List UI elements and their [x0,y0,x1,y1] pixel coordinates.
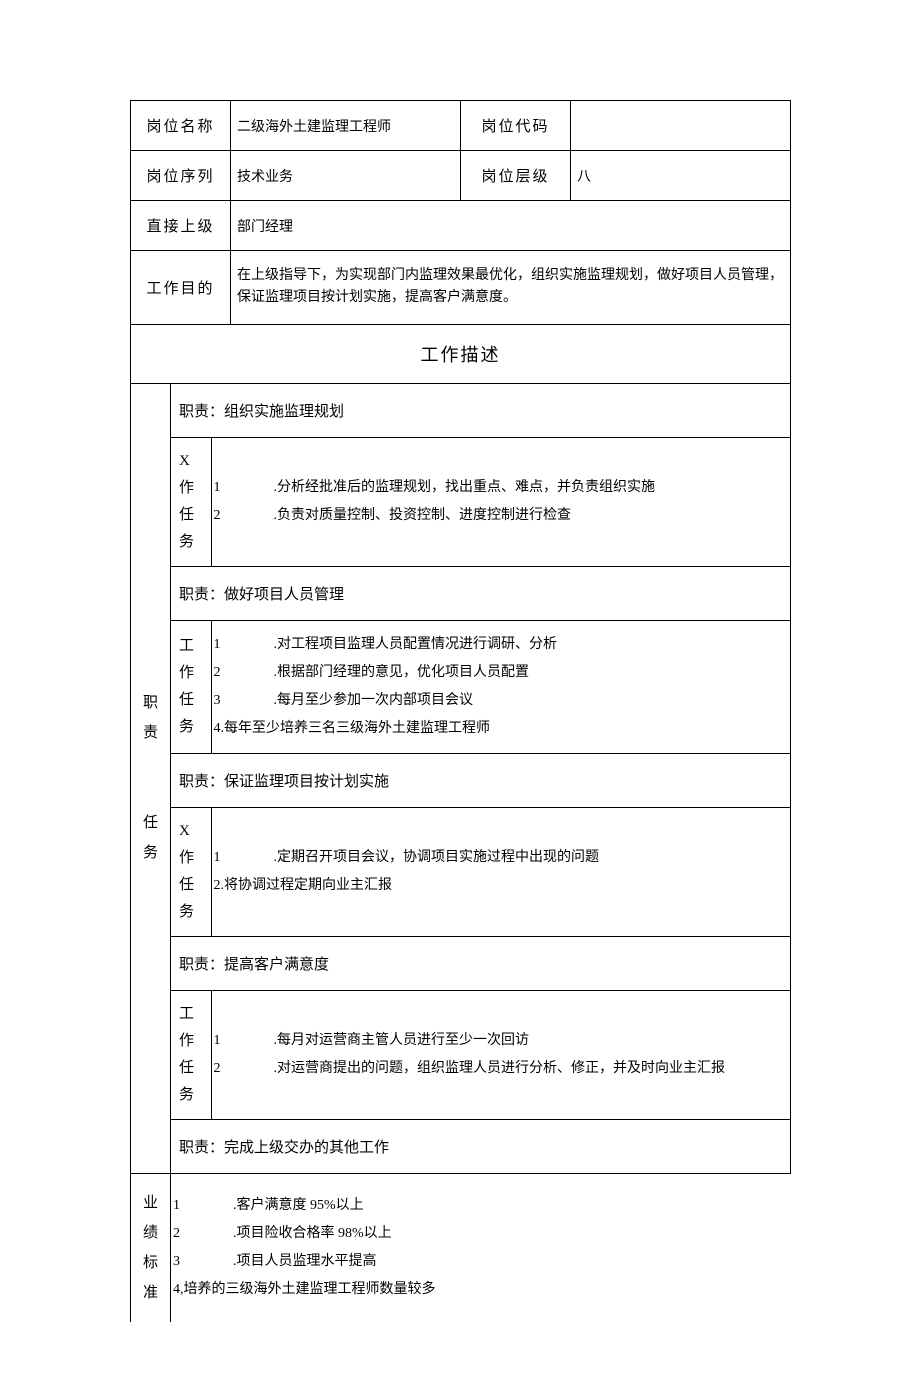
performance-side-label: 业绩标准 [131,1173,171,1322]
position-level-label: 岗位层级 [461,151,571,201]
duty-title: 职责：提高客户满意度 [171,936,790,990]
task-label: X作任务 [171,807,211,936]
position-name-label: 岗位名称 [131,101,231,151]
task-body: 1.每月对运营商主管人员进行至少一次回访2.对运营商提出的问题，组织监理人员进行… [211,990,790,1119]
position-series-label: 岗位序列 [131,151,231,201]
duty-title: 职责：做好项目人员管理 [171,566,790,620]
work-purpose-value: 在上级指导下，为实现部门内监理效果最优化，组织实施监理规划，做好项目人员管理，保… [231,251,791,325]
position-name-value: 二级海外土建监理工程师 [231,101,461,151]
duty-title: 职责：完成上级交办的其他工作 [171,1119,790,1173]
task-body: 1.对工程项目监理人员配置情况进行调研、分析2.根据部门经理的意见，优化项目人员… [211,620,790,753]
duty-title: 职责：组织实施监理规划 [171,384,790,438]
task-label: 工作任务 [171,990,211,1119]
duty-side-label: 职责任务 [131,383,171,1173]
direct-superior-label: 直接上级 [131,201,231,251]
direct-superior-value: 部门经理 [231,201,791,251]
position-code-label: 岗位代码 [461,101,571,151]
performance-body: 1.客户满意度 95%以上2.项目险收合格率 98%以上3.项目人员监理水平提高… [171,1173,791,1322]
task-body: 1.分析经批准后的监理规划，找出重点、难点，并负责组织实施2.负责对质量控制、投… [211,437,790,566]
position-level-value: 八 [571,151,791,201]
duties-container: 职责：组织实施监理规划 X作任务 1.分析经批准后的监理规划，找出重点、难点，并… [171,383,791,1173]
work-description-title: 工作描述 [131,324,791,383]
position-code-value [571,101,791,151]
work-purpose-label: 工作目的 [131,251,231,325]
task-body: 1.定期召开项目会议，协调项目实施过程中出现的问题2.将协调过程定期向业主汇报 [211,807,790,936]
duty-title: 职责：保证监理项目按计划实施 [171,753,790,807]
task-label: X作任务 [171,437,211,566]
position-series-value: 技术业务 [231,151,461,201]
job-spec-table: 岗位名称 二级海外土建监理工程师 岗位代码 岗位序列 技术业务 岗位层级 八 直… [130,100,791,1322]
task-label: 工作任务 [171,620,211,753]
